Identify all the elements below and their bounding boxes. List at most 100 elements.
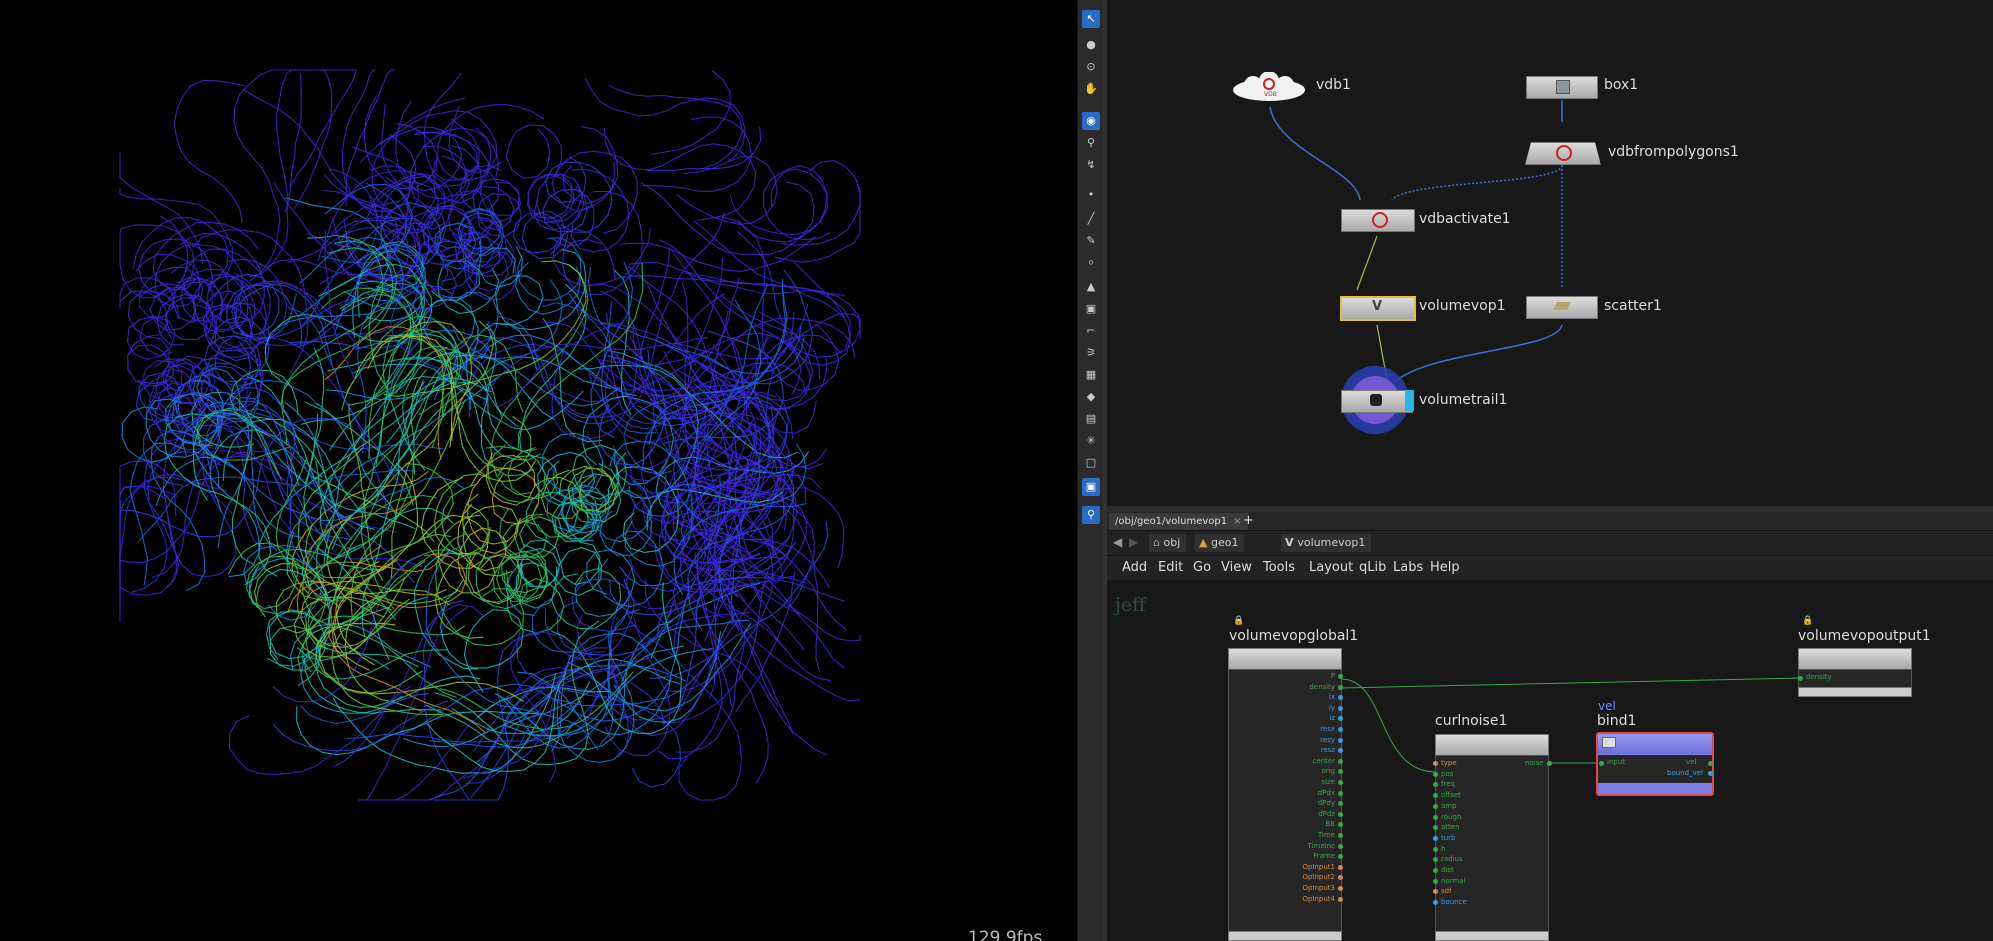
trail-curve	[774, 179, 861, 263]
node-icon[interactable]: ✳	[1082, 432, 1100, 450]
port-dot[interactable]	[1798, 676, 1803, 681]
trail-curve	[781, 160, 861, 246]
port-dot[interactable]	[1338, 843, 1343, 849]
port-dot[interactable]	[1338, 780, 1343, 785]
trail-curve	[531, 578, 630, 653]
cursor-icon[interactable]: ↖	[1082, 10, 1100, 28]
node-header-volumevopoutput1[interactable]	[1798, 648, 1912, 670]
node-volumetrail1[interactable]	[1341, 390, 1414, 413]
port-label-dpdy: dPdy	[1317, 799, 1335, 808]
lock-icon: 🔒	[1233, 616, 1245, 626]
snap-icon[interactable]: ⚲	[1082, 134, 1100, 152]
trail-curve	[584, 78, 746, 175]
port-dot[interactable]	[1338, 896, 1343, 902]
port-dot[interactable]	[1338, 811, 1343, 817]
node-label-vdb1: vdb1	[1316, 77, 1351, 93]
port-label-turb: turb	[1441, 833, 1456, 842]
vdb-icon	[1372, 212, 1388, 228]
port-dot[interactable]	[1338, 737, 1343, 743]
trail-curve	[512, 210, 569, 259]
port-dot[interactable]	[1708, 761, 1713, 766]
port-dot[interactable]	[1433, 868, 1438, 873]
port-dot[interactable]	[1433, 771, 1438, 777]
port-label-normal: normal	[1441, 876, 1466, 885]
camera-icon[interactable]: ⊙	[1082, 58, 1100, 76]
bracket-icon[interactable]: ⌐	[1082, 322, 1100, 340]
port-dot[interactable]	[1708, 771, 1713, 776]
port-dot[interactable]	[1338, 758, 1343, 764]
node-footer-volumevopglobal1[interactable]	[1228, 931, 1342, 941]
brush-icon[interactable]: ✎	[1082, 232, 1100, 250]
trail-curve	[608, 84, 743, 170]
node-header-curlnoise1[interactable]	[1435, 734, 1549, 756]
port-dot[interactable]	[1338, 684, 1343, 690]
port-dot[interactable]	[1338, 886, 1343, 891]
node-title-curlnoise1: curlnoise1	[1435, 713, 1508, 729]
texture-icon[interactable]: ▤	[1082, 410, 1100, 428]
port-dot[interactable]	[1338, 674, 1343, 679]
node-volumevop1[interactable]: V	[1340, 296, 1416, 321]
stamp-icon[interactable]: ▣	[1082, 300, 1100, 318]
node-footer-volumevopoutput1[interactable]	[1798, 687, 1912, 697]
cube-icon[interactable]: ◆	[1082, 388, 1100, 406]
port-dot[interactable]	[1338, 705, 1343, 711]
port-label-frame: Frame	[1313, 852, 1335, 861]
port-dot[interactable]	[1338, 790, 1343, 796]
network-editor-sop[interactable]: VDB vdb1 box1 vdbfrompolygons1 vdbactiva…	[1107, 0, 1993, 506]
port-dot[interactable]	[1433, 835, 1438, 841]
port-label-resy: resy	[1320, 735, 1335, 744]
port-dot[interactable]	[1433, 761, 1438, 766]
node-title-volumevopglobal1: volumevopglobal1	[1229, 628, 1359, 644]
port-dot[interactable]	[1338, 833, 1343, 838]
wire-vdbactivate1-volumevop1	[1356, 235, 1378, 291]
lock-icon: 🔒	[1802, 616, 1814, 626]
trail-curve	[293, 69, 333, 210]
node-scatter1[interactable]	[1526, 296, 1598, 319]
3d-viewport[interactable]: 129.9fps	[0, 0, 1077, 941]
port-label-dpdx: dPdx	[1317, 788, 1335, 797]
node-footer-curlnoise1[interactable]	[1435, 931, 1549, 941]
port-label-bounce: bounce	[1441, 898, 1467, 907]
port-label-size: size	[1321, 778, 1335, 786]
port-label-dist: dist	[1441, 866, 1454, 874]
light-icon[interactable]: ●	[1082, 36, 1100, 54]
pen-icon[interactable]: ╱	[1082, 210, 1100, 228]
handle-icon[interactable]: ↯	[1082, 156, 1100, 174]
trail-curve	[623, 336, 805, 475]
grid-icon[interactable]: ▦	[1082, 366, 1100, 384]
display-icon[interactable]: ◉	[1082, 112, 1100, 130]
network-editor-vop[interactable]: /obj/geo1/volumevop1 × + ◀ ▶ ⌂ obj ▲ geo1…	[1107, 512, 1993, 941]
node-vdbactivate1[interactable]	[1341, 209, 1415, 232]
point-icon[interactable]: •	[1082, 186, 1100, 204]
port-dot[interactable]	[1433, 878, 1438, 884]
box-icon[interactable]: □	[1082, 454, 1100, 472]
node-box1[interactable]	[1526, 76, 1598, 99]
port-dot[interactable]	[1599, 761, 1604, 766]
number-icon[interactable]: ⁰	[1082, 256, 1100, 274]
node-vdbfrompolygons1[interactable]	[1525, 142, 1601, 165]
ruler-icon[interactable]: ⚞	[1082, 344, 1100, 362]
port-dot[interactable]	[1433, 846, 1438, 852]
port-dot[interactable]	[1338, 727, 1343, 732]
port-dot[interactable]	[1433, 814, 1438, 820]
node-vdb1[interactable]: VDB	[1231, 71, 1307, 102]
port-dot[interactable]	[1547, 761, 1552, 766]
pin-icon[interactable]: ⚲	[1082, 506, 1100, 524]
node-header-volumevopglobal1[interactable]	[1228, 648, 1342, 670]
port-label-density: density	[1309, 682, 1335, 691]
trail-curve	[693, 220, 846, 319]
display-flag[interactable]	[1405, 390, 1414, 411]
hand-icon[interactable]: ✋	[1082, 80, 1100, 98]
port-dot[interactable]	[1433, 803, 1438, 809]
port-label-iz: iz	[1329, 714, 1335, 723]
paint-icon[interactable]: ▲	[1082, 278, 1100, 296]
port-label-opinput3: OpInput3	[1302, 884, 1335, 892]
comment-icon	[1602, 737, 1616, 748]
port-label-bb: BB	[1325, 820, 1335, 829]
trail-curve	[642, 116, 753, 192]
trail-curve	[507, 645, 685, 728]
port-label-opinput1: OpInput1	[1302, 862, 1335, 871]
port-dot[interactable]	[1338, 864, 1343, 870]
camera-view-icon[interactable]: ▣	[1082, 478, 1100, 496]
trail-curve	[316, 380, 447, 607]
